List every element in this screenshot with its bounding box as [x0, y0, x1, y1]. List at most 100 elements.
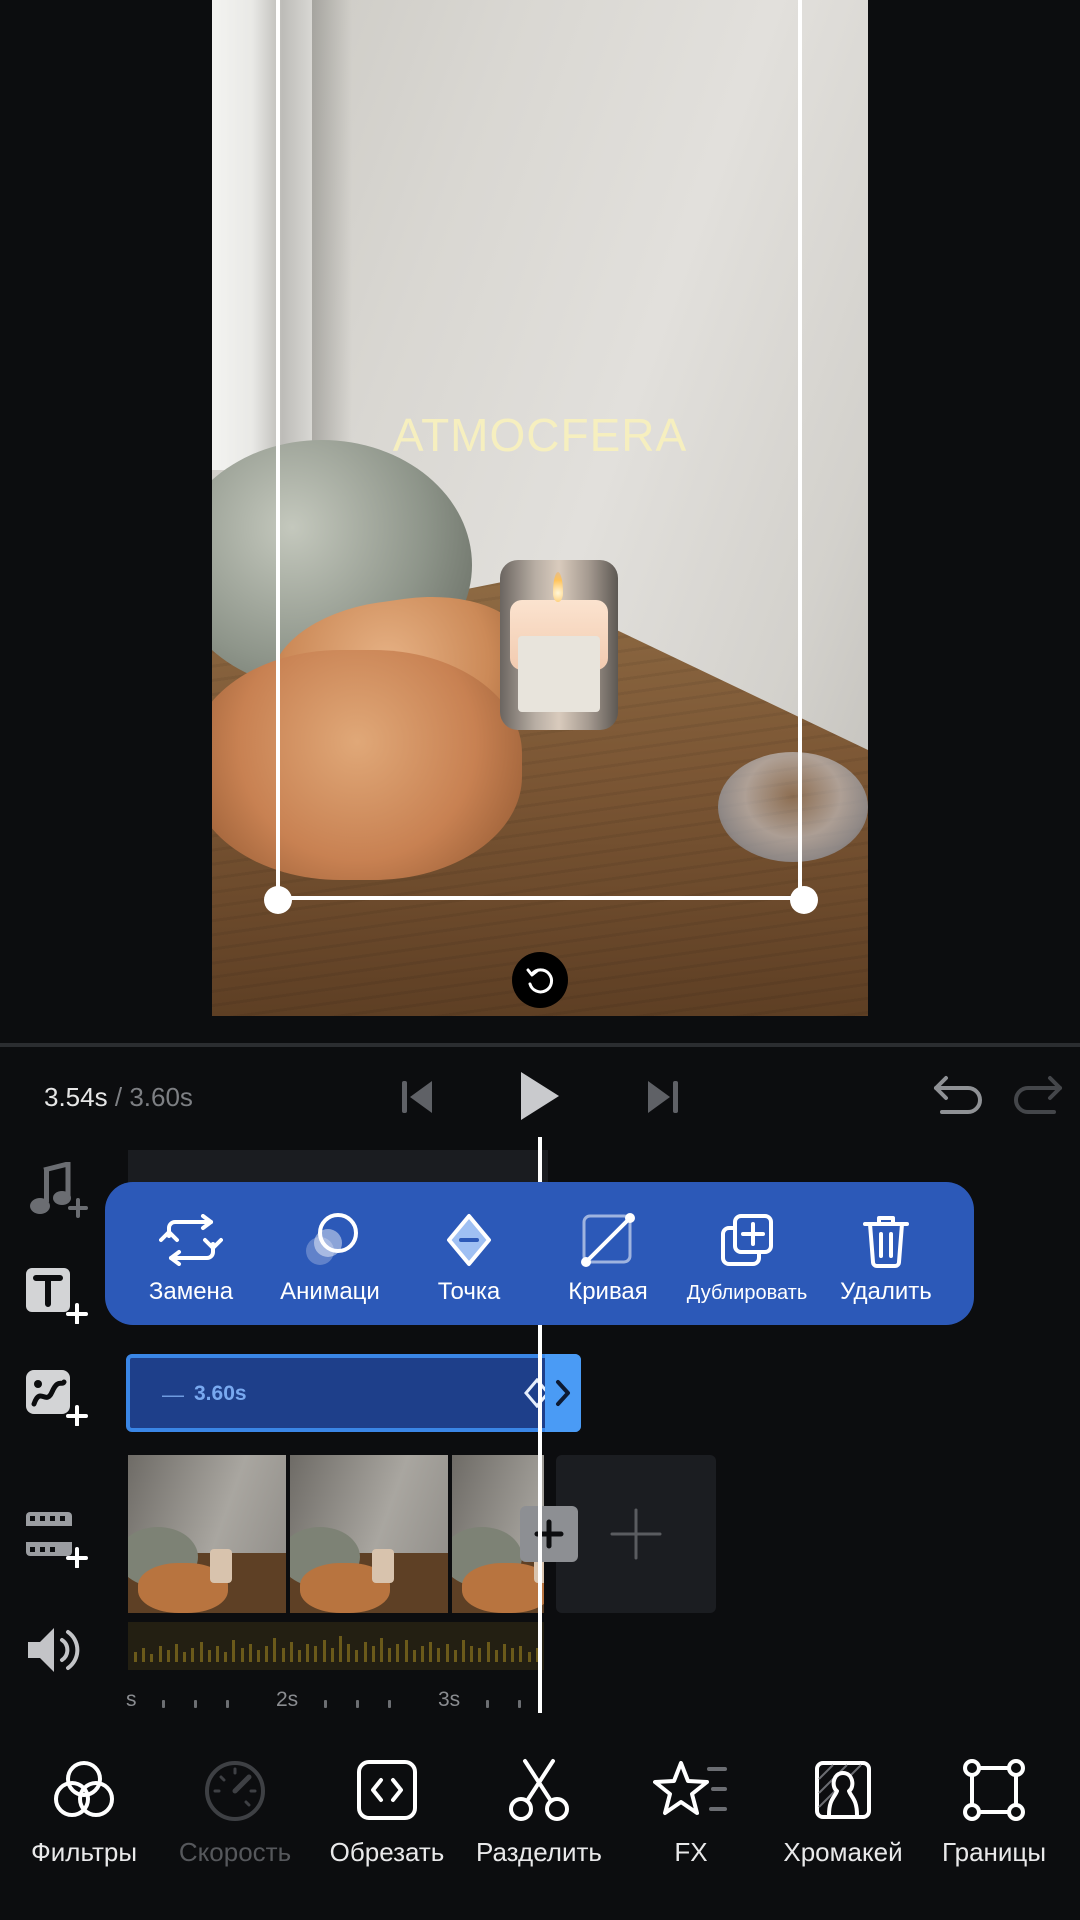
video-preview[interactable]: ATMOCFERA [212, 0, 868, 1016]
tool-label: Разделить [476, 1837, 602, 1867]
tool-label: FX [674, 1837, 708, 1867]
tool-label: Скорость [178, 1837, 292, 1867]
waveform-bar [273, 1638, 277, 1662]
skip-end-icon [648, 1081, 678, 1113]
filters-button[interactable]: Фильтры [8, 1755, 160, 1885]
redo-icon [1014, 1076, 1062, 1114]
waveform-bar [183, 1652, 187, 1662]
add-sticker-icon [26, 1370, 88, 1427]
delete-button[interactable]: Удалить [816, 1182, 956, 1325]
rotate-icon [526, 968, 554, 994]
clip-trim-handle[interactable] [545, 1354, 581, 1432]
waveform-bar [503, 1644, 506, 1662]
play-button[interactable] [515, 1068, 563, 1124]
tool-label: Границы [942, 1837, 1046, 1867]
waveform-bar [511, 1648, 515, 1662]
plus-icon [610, 1508, 662, 1560]
add-clip-slot[interactable] [556, 1455, 716, 1613]
waveform-bar [527, 1652, 531, 1662]
waveform-bar [306, 1644, 310, 1662]
crop-handle-bottom-left[interactable] [264, 886, 292, 914]
volume-icon [28, 1628, 80, 1672]
ruler-tick [388, 1700, 391, 1708]
add-video-icon [26, 1512, 88, 1569]
waveform-bar [330, 1648, 334, 1662]
audio-waveform[interactable] [128, 1622, 544, 1670]
add-text-button[interactable] [24, 1264, 88, 1325]
fx-button[interactable]: FX [615, 1755, 767, 1885]
skip-start-icon [402, 1081, 432, 1113]
bottom-toolbar: Фильтры Скорость Обрезать Разделить FX Хромак… [0, 1755, 1080, 1885]
undo-button[interactable] [930, 1072, 986, 1118]
chroma-key-button[interactable]: Хромакей [767, 1755, 919, 1885]
tool-label: Фильтры [30, 1837, 138, 1867]
ruler-tick [226, 1700, 229, 1708]
ruler-label: s [126, 1688, 137, 1711]
waveform-bar [232, 1640, 236, 1662]
duplicate-button[interactable]: Дублировать [677, 1182, 817, 1325]
waveform-bar [158, 1646, 162, 1662]
popup-item-label: Кривая [568, 1278, 648, 1305]
redo-button[interactable] [1010, 1072, 1066, 1118]
curve-button[interactable]: Кривая [538, 1182, 678, 1325]
waveform-bar [134, 1652, 137, 1662]
waveform-bar [257, 1650, 260, 1662]
crop-handle-bottom-right[interactable] [790, 886, 818, 914]
ruler-tick [518, 1700, 521, 1708]
keyframe-point-button[interactable]: Точка [399, 1182, 539, 1325]
filmstrip-frame [290, 1455, 448, 1613]
borders-button[interactable]: Границы [918, 1755, 1070, 1885]
video-filmstrip[interactable] [128, 1455, 544, 1613]
keyframe-point-icon [445, 1212, 493, 1268]
waveform-bar [371, 1646, 375, 1662]
waveform-bar [404, 1640, 408, 1662]
ruler-tick [194, 1700, 197, 1708]
waveform-bar [281, 1648, 285, 1662]
animation-button[interactable]: Анимаци [260, 1182, 400, 1325]
waveform-bar [207, 1650, 211, 1662]
speed-icon [201, 1755, 269, 1825]
split-button[interactable]: Разделить [463, 1755, 615, 1885]
waveform-bar [248, 1644, 252, 1662]
popup-item-label: Замена [148, 1278, 234, 1305]
selected-clip-bar[interactable]: — 3.60s [126, 1354, 581, 1432]
speed-button[interactable]: Скорость [159, 1755, 311, 1885]
play-icon [521, 1072, 559, 1120]
skip-to-end-button[interactable] [642, 1075, 682, 1119]
waveform-bar [363, 1642, 367, 1662]
add-music-button[interactable] [24, 1160, 88, 1222]
insert-clip-button[interactable] [520, 1506, 578, 1562]
curve-icon [580, 1212, 636, 1268]
ruler-tick [162, 1700, 165, 1708]
waveform-bar [478, 1648, 482, 1662]
fx-star-icon [653, 1755, 729, 1825]
trim-button[interactable]: Обрезать [311, 1755, 463, 1885]
tool-label: Хромакей [783, 1837, 903, 1867]
waveform-bar [347, 1644, 351, 1662]
add-sticker-button[interactable] [24, 1366, 88, 1427]
volume-button[interactable] [24, 1620, 88, 1680]
crop-frame[interactable] [276, 0, 802, 900]
waveform-bar [150, 1654, 154, 1662]
popup-item-label: Удалить [840, 1278, 932, 1305]
waveform-bar [191, 1648, 195, 1662]
replace-button[interactable]: Замена [121, 1182, 261, 1325]
add-text-icon [26, 1268, 88, 1325]
ruler-label: 3s [438, 1688, 461, 1711]
ruler-label: 2s [276, 1688, 299, 1711]
waveform-bar [339, 1636, 342, 1662]
waveform-bar [462, 1640, 465, 1662]
trim-icon [355, 1755, 419, 1825]
waveform-bar [216, 1646, 219, 1662]
skip-to-start-button[interactable] [398, 1075, 438, 1119]
add-video-button[interactable] [24, 1508, 88, 1569]
filters-icon [50, 1755, 118, 1825]
tool-label: Обрезать [329, 1837, 445, 1867]
animation-icon [298, 1212, 362, 1268]
waveform-bar [142, 1648, 146, 1662]
popup-item-label: Точка [437, 1278, 501, 1305]
rotate-button[interactable] [512, 952, 568, 1008]
waveform-bar [453, 1650, 457, 1662]
add-music-icon [30, 1160, 88, 1218]
timeline-ruler: s 2s 3s [126, 1688, 548, 1718]
